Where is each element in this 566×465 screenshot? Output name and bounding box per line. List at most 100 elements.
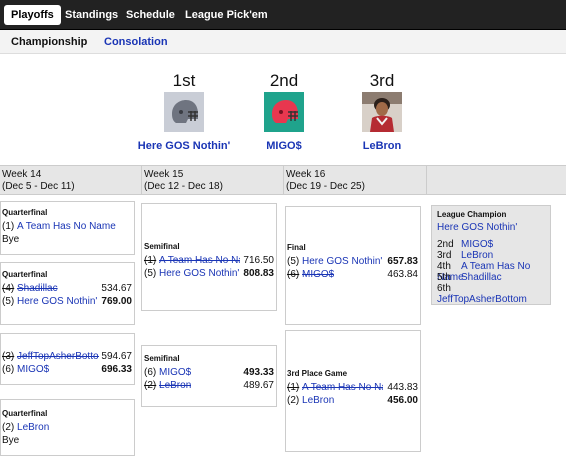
week-header-blank	[426, 165, 566, 195]
team-link[interactable]: Here GOS Nothin'	[159, 267, 239, 280]
team-score: 489.67	[243, 380, 274, 391]
team-link[interactable]: LeBron	[159, 379, 191, 392]
tab-playoffs[interactable]: Playoffs	[4, 5, 61, 25]
league-champion-panel: League Champion Here GOS Nothin' 2nd MIGO…	[431, 205, 551, 305]
matchup-quarterfinal-1[interactable]: Quarterfinal (1) A Team Has No Name Bye	[0, 201, 135, 255]
team-link[interactable]: Here GOS Nothin'	[302, 255, 382, 268]
team-seed: (1)	[2, 221, 15, 232]
podium-team-name[interactable]: LeBron	[322, 140, 442, 152]
matchup-team: (5) Here GOS Nothin' 769.00	[2, 295, 132, 308]
team-seed: (1)	[287, 382, 300, 393]
team-link[interactable]: Shadillac	[17, 282, 58, 295]
place-label: 3rd	[369, 71, 395, 90]
final-standing-row: 2nd MIGO$	[437, 239, 545, 250]
team-score: 456.00	[387, 395, 418, 406]
team-score: 594.67	[101, 351, 132, 362]
team-link[interactable]: A Team Has No Name	[159, 254, 240, 267]
matchup-title: Quarterfinal	[2, 409, 48, 418]
matchup-semifinal-1[interactable]: Semifinal (1) A Team Has No Name 716.50 …	[141, 203, 277, 311]
matchup-team: (5) Here GOS Nothin' 657.83	[287, 255, 418, 268]
matchup-quarterfinal-4[interactable]: Quarterfinal (2) LeBron Bye	[0, 399, 135, 456]
week-dates: (Dec 12 - Dec 18)	[144, 181, 223, 192]
matchup-semifinal-2[interactable]: Semifinal (6) MIGO$ 493.33 (2) LeBron 48…	[141, 345, 277, 407]
team-link[interactable]: MIGO$	[302, 268, 334, 281]
matchup-team: (2) LeBron 489.67	[144, 379, 274, 392]
team-link[interactable]: LeBron	[17, 421, 49, 434]
matchup-third-place[interactable]: 3rd Place Game (1) A Team Has No Name 44…	[285, 330, 421, 452]
team-score: 769.00	[101, 296, 132, 307]
final-standing-row: 3rd LeBron	[437, 250, 545, 261]
team-seed: (5)	[2, 296, 15, 307]
bracket-subnav: Championship Consolation	[0, 30, 566, 54]
team-seed: (6)	[144, 367, 157, 378]
tab-championship[interactable]: Championship	[11, 36, 87, 48]
team-score: 463.84	[387, 269, 418, 280]
place-label: 2nd	[437, 239, 454, 250]
matchup-quarterfinal-3[interactable]: (3) JeffTopAsherBottom 594.67 (6) MIGO$ …	[0, 333, 135, 385]
matchup-title: Quarterfinal	[2, 270, 48, 279]
place-label: 4th	[437, 261, 451, 272]
champion-title: League Champion	[437, 210, 507, 219]
team-link[interactable]: A Team Has No Name	[302, 381, 383, 394]
team-link[interactable]: MIGO$	[461, 239, 493, 250]
matchup-title: 3rd Place Game	[287, 369, 348, 378]
matchup-title: Semifinal	[144, 242, 180, 251]
matchup-team: (1) A Team Has No Name 716.50	[144, 254, 274, 267]
team-seed: (6)	[287, 269, 300, 280]
team-link[interactable]: MIGO$	[159, 366, 191, 379]
team-seed: (2)	[144, 380, 157, 391]
team-link[interactable]: JeffTopAsherBottom	[17, 350, 99, 363]
tab-league-pickem[interactable]: League Pick'em	[178, 5, 275, 25]
matchup-team: (3) JeffTopAsherBottom 594.67	[2, 350, 132, 363]
week-label: Week 14	[2, 169, 42, 180]
matchup-team: (1) A Team Has No Name	[2, 220, 132, 233]
team-link[interactable]: A Team Has No Name	[17, 220, 116, 233]
matchup-final[interactable]: Final (5) Here GOS Nothin' 657.83 (6) MI…	[285, 206, 421, 325]
podium-third: 3rd LeBron	[322, 70, 442, 152]
team-score: 657.83	[387, 256, 418, 267]
week-header-16: Week 16 (Dec 19 - Dec 25)	[283, 165, 426, 195]
matchup-team: (4) Shadillac 534.67	[2, 282, 132, 295]
team-seed: (2)	[2, 422, 15, 433]
matchup-quarterfinal-2[interactable]: Quarterfinal (4) Shadillac 534.67 (5) He…	[0, 262, 135, 325]
final-standing-row: 5th Shadillac	[437, 272, 545, 283]
matchup-title: Quarterfinal	[2, 208, 48, 217]
team-link[interactable]: MIGO$	[17, 363, 49, 376]
helmet-gray-icon	[164, 92, 204, 132]
place-label: 5th	[437, 272, 451, 283]
team-link[interactable]: LeBron	[302, 394, 334, 407]
matchup-team: (6) MIGO$ 463.84	[287, 268, 418, 281]
team-score: 696.33	[101, 364, 132, 375]
team-seed: (2)	[287, 395, 300, 406]
team-link[interactable]: Shadillac	[461, 272, 502, 283]
matchup-team: (5) Here GOS Nothin' 808.83	[144, 267, 274, 280]
matchup-team: (2) LeBron 456.00	[287, 394, 418, 407]
team-seed: (4)	[2, 283, 15, 294]
matchup-team: (2) LeBron	[2, 421, 132, 434]
team-seed: (1)	[144, 255, 157, 266]
final-standing-row: 6thJeffTopAsherBottom	[437, 283, 545, 305]
team-seed: (3)	[2, 351, 15, 362]
tab-consolation[interactable]: Consolation	[104, 36, 168, 48]
team-seed: (5)	[287, 256, 300, 267]
bye-label: Bye	[2, 234, 20, 245]
team-seed: (5)	[144, 268, 157, 279]
team-link[interactable]: LeBron	[461, 250, 493, 261]
team-link[interactable]: JeffTopAsherBottom	[437, 294, 527, 305]
champion-team-link[interactable]: Here GOS Nothin'	[437, 222, 545, 233]
tab-schedule[interactable]: Schedule	[119, 5, 182, 25]
final-standing-row: 4th A Team Has No Name	[437, 261, 545, 283]
week-header-15: Week 15 (Dec 12 - Dec 18)	[141, 165, 283, 195]
tab-standings[interactable]: Standings	[58, 5, 125, 25]
week-header-14: Week 14 (Dec 5 - Dec 11)	[0, 165, 141, 195]
week-dates: (Dec 5 - Dec 11)	[2, 181, 75, 192]
week-dates: (Dec 19 - Dec 25)	[286, 181, 365, 192]
team-score: 808.83	[243, 268, 274, 279]
team-link[interactable]: Here GOS Nothin'	[17, 295, 97, 308]
place-label: 6th	[437, 283, 451, 294]
team-score: 493.33	[243, 367, 274, 378]
helmet-red-icon	[264, 92, 304, 132]
team-score: 534.67	[101, 283, 132, 294]
matchup-team: (6) MIGO$ 696.33	[2, 363, 132, 376]
top-nav: Playoffs Standings Schedule League Pick'…	[0, 0, 566, 30]
